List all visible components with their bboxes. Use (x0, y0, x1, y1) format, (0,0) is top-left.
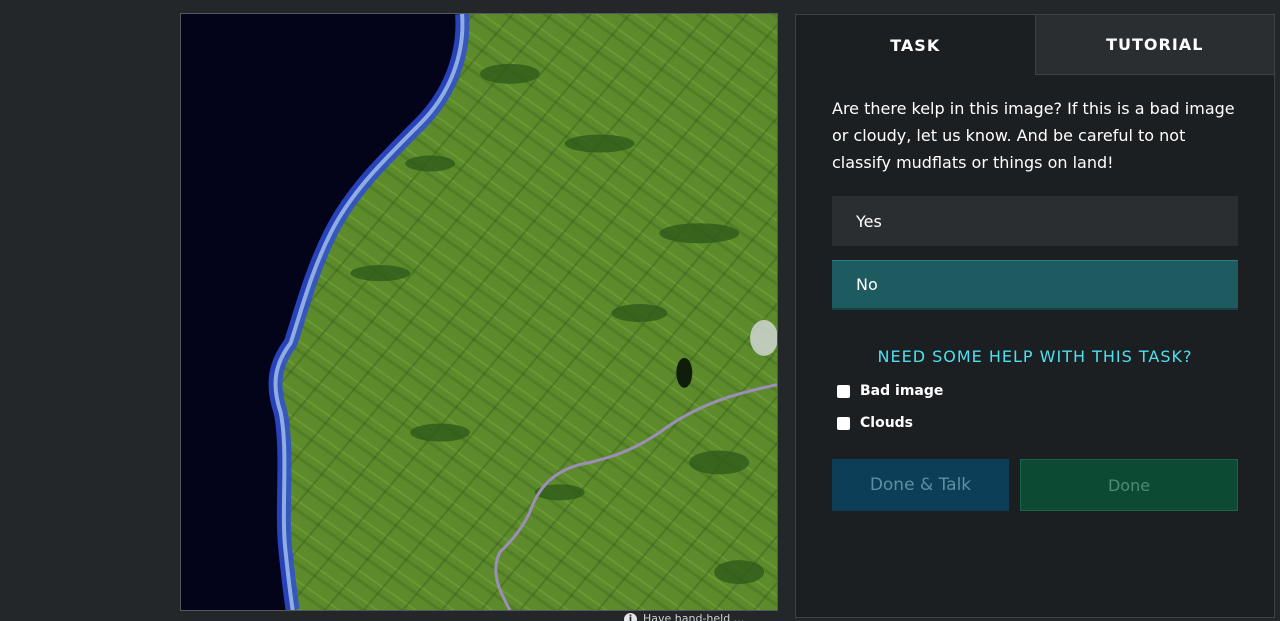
task-actions: Done & Talk Done (832, 459, 1238, 511)
subject-image[interactable] (180, 13, 778, 611)
done-button[interactable]: Done (1020, 459, 1238, 511)
classifier-page: i Have hand-held ... TASK TUTORIAL Are th… (0, 0, 1280, 621)
bad-image-option[interactable]: Bad image (837, 383, 1274, 399)
clouds-checkbox[interactable] (837, 416, 850, 430)
image-info-text: Have hand-held ... (643, 613, 745, 621)
task-question: Are there kelp in this image? If this is… (832, 99, 1235, 172)
tab-tutorial[interactable]: TUTORIAL (1034, 15, 1274, 75)
bad-image-checkbox[interactable] (837, 384, 850, 398)
panel-tabs: TASK TUTORIAL (796, 15, 1274, 75)
bad-image-label: Bad image (860, 383, 944, 399)
satellite-image (181, 14, 777, 610)
task-help-link[interactable]: NEED SOME HELP WITH THIS TASK? (796, 347, 1274, 366)
tab-task[interactable]: TASK (796, 15, 1035, 75)
clouds-option[interactable]: Clouds (837, 415, 1274, 431)
clouds-label: Clouds (860, 415, 914, 431)
task-panel: TASK TUTORIAL Are there kelp in this ima… (795, 14, 1275, 618)
answer-yes-button[interactable]: Yes (832, 196, 1238, 246)
done-and-talk-button[interactable]: Done & Talk (832, 459, 1009, 511)
info-icon: i (624, 613, 637, 621)
answer-no-button[interactable]: No (832, 260, 1238, 310)
image-info-line[interactable]: i Have hand-held ... (624, 613, 784, 621)
